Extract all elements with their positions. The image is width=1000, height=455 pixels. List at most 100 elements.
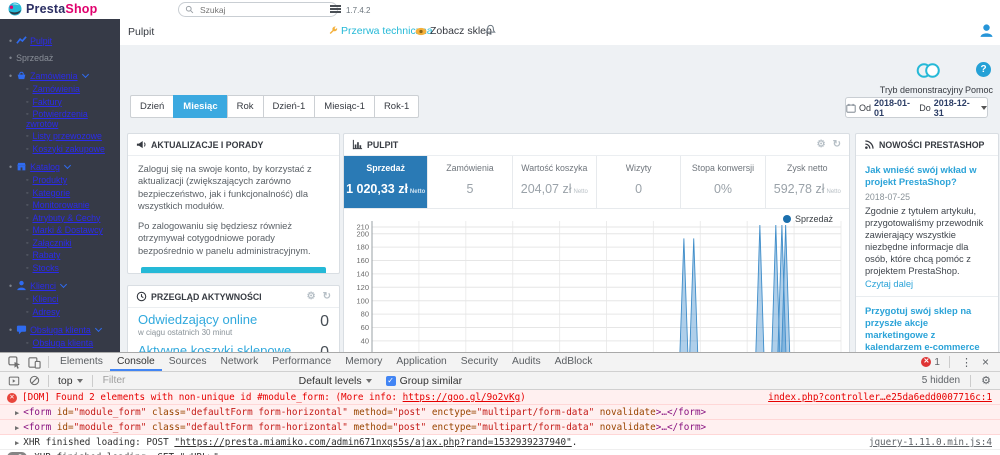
kpi-sprzedaż[interactable]: Sprzedaż1 020,33 złNetto	[344, 156, 428, 208]
group-similar-checkbox[interactable]: ✓Group similar	[386, 375, 462, 387]
kpi-zamówienia[interactable]: Zamówienia5	[428, 156, 512, 208]
search-input[interactable]	[198, 4, 312, 16]
sidebar-link-obsługa-klienta[interactable]: Obsługa klienta	[30, 325, 91, 335]
devtools-tab-sources[interactable]: Sources	[162, 353, 214, 371]
console-xhr-link[interactable]: "https://presta.miamiko.com/admin671nxqs…	[174, 437, 571, 448]
console-source-link[interactable]: index.php?controller…e25da6edd0007716c:1	[756, 392, 992, 403]
devtools-tab-audits[interactable]: Audits	[505, 353, 548, 371]
expand-triangle-icon[interactable]: ▶	[15, 424, 19, 432]
range-tab-dzień-1[interactable]: Dzień-1	[263, 95, 316, 118]
kpi-zysk-netto[interactable]: Zysk netto592,78 złNetto	[766, 156, 849, 208]
menu-hamburger-icon[interactable]	[330, 5, 341, 15]
global-search[interactable]	[178, 2, 338, 17]
device-toolbar-icon[interactable]	[27, 355, 41, 369]
help-label[interactable]: Pomoc	[965, 85, 993, 95]
sidebar-label-sprzedaż: Sprzedaż	[16, 53, 53, 63]
kpi-wartość-koszyka[interactable]: Wartość koszyka204,07 złNetto	[513, 156, 597, 208]
console-xhr-get-row[interactable]: ▶6XHR finished loading: GET "<URL>".	[0, 450, 1000, 455]
sidebar-link-pulpit[interactable]: Pulpit	[30, 36, 52, 46]
console-form-row[interactable]: ▶<form id="module_form" class="defaultFo…	[0, 420, 1000, 435]
demo-mode-toggle[interactable]	[915, 62, 942, 79]
devtools-tab-console[interactable]: Console	[110, 353, 162, 371]
prestashop-logo[interactable]: PrestaShop	[8, 2, 97, 16]
devtools-tab-adblock[interactable]: AdBlock	[548, 353, 600, 371]
refresh-icon[interactable]: ↻	[833, 139, 841, 150]
clear-console-icon[interactable]	[27, 374, 41, 388]
expand-triangle-icon[interactable]: ▶	[15, 439, 19, 447]
inspect-element-icon[interactable]	[7, 355, 21, 369]
console-error-link[interactable]: https://goo.gl/9o2vKg	[403, 392, 521, 403]
kpi-stopa-konwersji[interactable]: Stopa konwersji0%	[681, 156, 765, 208]
sidebar-sublink-koszyki-zakupowe[interactable]: Koszyki zakupowe	[32, 144, 104, 154]
frame-context-select[interactable]: top	[53, 375, 88, 387]
kpi-wizyty[interactable]: Wizyty0	[597, 156, 681, 208]
user-avatar[interactable]	[979, 23, 994, 38]
sidebar-sublink-rabaty[interactable]: Rabaty	[32, 250, 60, 260]
sidebar-sublink-monitorowanie[interactable]: Monitorowanie	[32, 200, 89, 210]
gear-icon[interactable]: ⚙	[307, 291, 316, 302]
hidden-messages-count[interactable]: 5 hidden	[922, 375, 960, 386]
sidebar-sublink-zamówienia[interactable]: Zamówienia	[32, 84, 79, 94]
devtools-tab-memory[interactable]: Memory	[338, 353, 389, 371]
gear-icon[interactable]: ⚙	[817, 139, 826, 150]
sidebar-sublink-listy-przewozowe[interactable]: Listy przewozowe	[32, 131, 101, 141]
sidebar-sublink-stocks[interactable]: Stocks	[32, 263, 58, 273]
error-count-badge[interactable]: ✕1	[921, 357, 940, 368]
devtools-tab-performance[interactable]: Performance	[265, 353, 338, 371]
sidebar-sublink-atrybuty-cechy[interactable]: Atrybuty & Cechy	[32, 213, 100, 223]
news-title-link[interactable]: Jak wnieść swój wkład w projekt PrestaSh…	[865, 164, 989, 188]
console-sidebar-icon[interactable]	[7, 374, 21, 388]
notifications-bell-icon[interactable]	[485, 24, 496, 36]
range-tab-miesiąc-1[interactable]: Miesiąc-1	[314, 95, 375, 118]
activity-link-odwiedzający-online[interactable]: Odwiedzający online	[138, 313, 257, 327]
sales-chart-area: Sprzedaż 406080100120140160180200210	[344, 209, 849, 352]
sidebar-link-klienci[interactable]: Klienci	[30, 281, 56, 291]
refresh-icon[interactable]: ↻	[323, 291, 331, 302]
date-range-picker[interactable]: Od 2018-01-01 Do 2018-12-31	[845, 97, 988, 118]
sidebar-link-zamówienia[interactable]: Zamówienia	[30, 71, 77, 81]
range-tab-dzień[interactable]: Dzień	[130, 95, 174, 118]
sidebar-sublink-klienci[interactable]: Klienci	[32, 294, 58, 304]
sidebar-sublink-produkty[interactable]: Produkty	[32, 175, 67, 185]
sidebar-link-katalog[interactable]: Katalog	[30, 162, 60, 172]
console-source-link[interactable]: jquery-1.11.0.min.js:4	[857, 437, 992, 448]
kpi-value: 0	[597, 182, 680, 196]
log-levels-select[interactable]: Default levels	[299, 375, 372, 387]
chevron-down-icon	[95, 325, 102, 332]
console-xhr-post-row[interactable]: ▶XHR finished loading: POST "https://pre…	[0, 435, 1000, 450]
console-filter-input[interactable]: Filter	[97, 375, 299, 386]
range-tab-rok-1[interactable]: Rok-1	[374, 95, 419, 118]
range-tab-rok[interactable]: Rok	[227, 95, 264, 118]
read-more-link[interactable]: Czytaj dalej	[865, 278, 913, 290]
devtools-tab-application[interactable]: Application	[389, 353, 453, 371]
help-button[interactable]: ?	[976, 62, 991, 77]
sidebar-sublink-adresy[interactable]: Adresy	[32, 307, 59, 317]
sidebar-sublink-kategorie[interactable]: Kategorie	[32, 188, 70, 198]
news-title-link[interactable]: Przygotuj swój sklep na przyszłe akcje m…	[865, 305, 989, 352]
svg-text:60: 60	[361, 323, 369, 332]
sidebar-sublink-potwierdzenia-zwrotów[interactable]: Potwierdzenia zwrotów	[26, 109, 88, 129]
kpi-suffix: Netto	[574, 189, 588, 195]
console-error-row[interactable]: ✕[DOM] Found 2 elements with non-unique …	[0, 390, 1000, 405]
sidebar-sublink-załączniki[interactable]: Załączniki	[32, 238, 71, 248]
connect-prestashop-button[interactable]: POŁĄCZ Z PLATFORMĄ PRESTASHOP	[141, 267, 325, 274]
console-settings-gear-icon[interactable]: ⚙	[981, 374, 991, 387]
devtools-tab-elements[interactable]: Elements	[53, 353, 110, 371]
devtools-close-icon[interactable]: ×	[979, 355, 992, 369]
activity-link-aktywne-koszyki-sklepowe[interactable]: Aktywne koszyki sklepowe	[138, 344, 291, 352]
bullet-icon: ◦	[26, 177, 28, 184]
devtools-tab-network[interactable]: Network	[214, 353, 266, 371]
sidebar-sublink-marki-dostawcy[interactable]: Marki & Dostawcy	[32, 225, 102, 235]
sidebar-sublink-obsługa-klienta[interactable]: Obsługa klienta	[32, 338, 93, 348]
console-form-row[interactable]: ▶<form id="module_form" class="defaultFo…	[0, 405, 1000, 420]
expand-triangle-icon[interactable]: ▶	[15, 409, 19, 417]
date-from-value: 2018-01-01	[874, 98, 916, 118]
devtools-menu-icon[interactable]: ⋮	[959, 356, 974, 369]
sidebar-sublink-faktury[interactable]: Faktury	[32, 97, 61, 107]
range-tab-miesiąc[interactable]: Miesiąc	[173, 95, 227, 118]
svg-text:160: 160	[356, 256, 369, 265]
devtools-tab-security[interactable]: Security	[454, 353, 505, 371]
view-shop-link[interactable]: Zobacz sklep	[415, 25, 492, 37]
sidebar-subitem-kategorie: ◦Kategorie	[26, 189, 118, 199]
bullet-icon: ◦	[26, 202, 28, 209]
